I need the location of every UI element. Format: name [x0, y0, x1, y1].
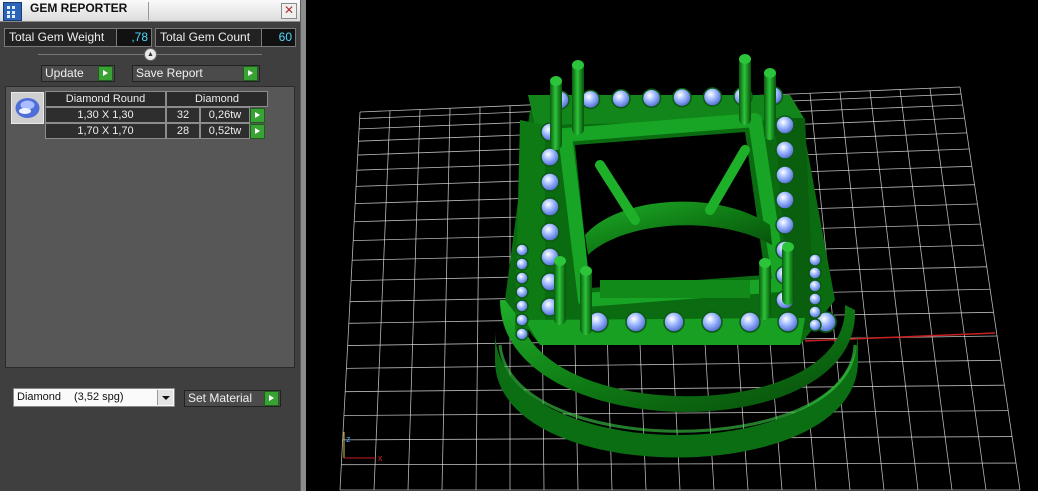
gem: [515, 271, 529, 285]
prong: [782, 244, 794, 305]
chevron-down-icon[interactable]: [157, 390, 173, 405]
gem: [611, 89, 631, 109]
gem: [641, 88, 662, 108]
row-1-weight: 0,26tw: [200, 107, 250, 123]
gem: [672, 87, 692, 108]
play-arrow-icon[interactable]: [250, 108, 265, 123]
gem: [775, 190, 795, 210]
gem: [701, 311, 723, 333]
set-material-button[interactable]: Set Material: [184, 390, 281, 407]
title-divider: [148, 2, 149, 20]
row-2-weight: 0,52tw: [200, 123, 250, 139]
prong: [580, 268, 592, 335]
material-density: (3,52 spg): [74, 391, 124, 403]
prong-tip: [550, 76, 562, 86]
prong: [739, 56, 751, 125]
gem: [808, 318, 822, 332]
gem: [775, 115, 795, 135]
prong: [550, 78, 562, 150]
gem: [515, 257, 529, 271]
prong: [572, 62, 584, 135]
grid-line: [441, 108, 451, 491]
total-gem-weight-value: ,78: [116, 28, 152, 47]
grid-line: [373, 110, 391, 491]
3d-viewport[interactable]: z x: [306, 0, 1038, 491]
material-select[interactable]: Diamond (3,52 spg): [13, 388, 175, 407]
prong-tip: [739, 54, 751, 64]
gem: [625, 311, 647, 333]
gem: [777, 311, 799, 333]
gem: [808, 266, 822, 280]
row-1-count: 32: [166, 107, 200, 123]
grid-line: [959, 86, 1021, 491]
gem: [515, 243, 529, 257]
prong: [554, 258, 566, 325]
prong-tip: [764, 68, 776, 78]
diamond-round-icon[interactable]: [11, 92, 44, 124]
table-header-type: Diamond: [166, 91, 268, 107]
gem: [808, 253, 822, 267]
material-name: Diamond: [17, 391, 62, 403]
gem: [663, 311, 685, 333]
axis-indicator: z x: [343, 432, 383, 463]
gem: [775, 140, 795, 160]
center-setting: [558, 113, 787, 307]
prong-tip: [554, 256, 566, 266]
gem: [702, 87, 723, 107]
prong-tip: [572, 60, 584, 70]
grid-line: [475, 106, 481, 491]
total-gem-weight-label: Total Gem Weight: [4, 28, 119, 47]
set-material-label: Set Material: [188, 391, 253, 405]
play-arrow-icon: [243, 66, 258, 81]
play-arrow-icon: [264, 391, 279, 406]
prong-tip: [782, 242, 794, 252]
gem: [515, 313, 529, 327]
total-gem-count-value: 60: [261, 28, 296, 47]
grid-line: [407, 109, 421, 491]
gem: [515, 327, 529, 341]
gem: [540, 172, 560, 192]
panel-title: GEM REPORTER: [30, 1, 128, 15]
gem: [540, 197, 560, 217]
save-report-label: Save Report: [136, 66, 203, 80]
row-1-size: 1,30 X 1,30: [45, 107, 166, 123]
close-icon[interactable]: ✕: [281, 3, 297, 19]
prong: [764, 70, 776, 140]
gem: [515, 299, 529, 313]
gem: [515, 285, 529, 299]
gem: [540, 222, 560, 242]
gem: [775, 165, 795, 185]
gem: [739, 311, 761, 333]
gem-reporter-panel: GEM REPORTER ✕ Total Gem Weight ,78 Tota…: [0, 0, 300, 491]
save-report-button[interactable]: Save Report: [132, 65, 260, 82]
play-arrow-icon[interactable]: [250, 124, 265, 139]
gem: [580, 89, 601, 110]
prong: [759, 260, 771, 320]
row-2-size: 1,70 X 1,70: [45, 123, 166, 139]
gem: [775, 215, 795, 235]
table-header-shape: Diamond Round: [45, 91, 166, 107]
z-axis-label: z: [346, 434, 351, 444]
x-axis-label: x: [378, 453, 383, 463]
update-label: Update: [45, 66, 84, 80]
play-arrow-icon: [98, 66, 113, 81]
gem: [540, 147, 560, 167]
gem-reporter-icon: [3, 2, 22, 21]
gem: [808, 305, 822, 319]
gem: [808, 292, 822, 306]
prong-tip: [759, 258, 771, 268]
slider-handle[interactable]: ▲: [144, 48, 157, 61]
total-gem-count-label: Total Gem Count: [155, 28, 263, 47]
gem: [808, 279, 822, 293]
viewport-canvas[interactable]: z x: [306, 0, 1038, 491]
titlebar: GEM REPORTER ✕: [0, 0, 300, 22]
row-2-count: 28: [166, 123, 200, 139]
prong-tip: [580, 266, 592, 276]
update-button[interactable]: Update: [41, 65, 115, 82]
